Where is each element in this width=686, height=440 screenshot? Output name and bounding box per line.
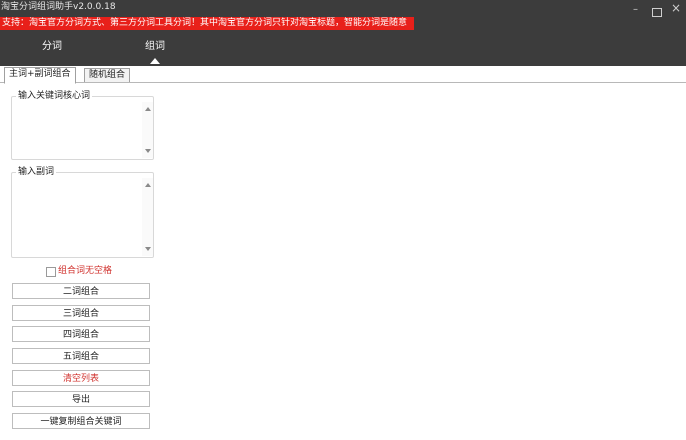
core-word-scrollbar[interactable] <box>142 102 153 158</box>
tab-divider <box>0 82 686 83</box>
no-space-label: 组合词无空格 <box>58 266 113 276</box>
maximize-icon[interactable] <box>652 8 662 17</box>
five-word-combo-button[interactable]: 五词组合 <box>12 348 150 364</box>
sub-word-input[interactable] <box>13 180 141 256</box>
copy-keywords-button[interactable]: 一键复制组合关键词 <box>12 413 150 429</box>
notice-banner: 支持：淘宝官方分词方式、第三方分词工具分词！其中淘宝官方分词只针对淘宝标题，智能… <box>0 17 414 30</box>
close-icon[interactable]: × <box>671 2 681 14</box>
two-word-combo-button[interactable]: 二词组合 <box>12 283 150 299</box>
scroll-down-icon[interactable] <box>145 247 151 251</box>
active-tab-caret-icon <box>150 58 160 64</box>
subtab-main-sub-combo[interactable]: 主词+副词组合 <box>4 67 76 84</box>
scroll-up-icon[interactable] <box>145 183 151 187</box>
no-space-checkbox[interactable] <box>46 267 56 277</box>
sub-word-group: 输入副词 <box>11 166 154 258</box>
tab-segment[interactable]: 分词 <box>42 41 62 53</box>
window-title: 淘宝分词组词助手v2.0.0.18 <box>1 2 116 12</box>
minimize-icon[interactable]: – <box>633 5 638 15</box>
clear-list-button[interactable]: 清空列表 <box>12 370 150 386</box>
subtab-bar: 主词+副词组合 随机组合 <box>0 66 686 84</box>
core-word-group: 输入关键词核心词 <box>11 90 154 160</box>
scroll-up-icon[interactable] <box>145 107 151 111</box>
tab-combine[interactable]: 组词 <box>145 41 165 53</box>
three-word-combo-button[interactable]: 三词组合 <box>12 305 150 321</box>
sub-word-scrollbar[interactable] <box>142 178 153 256</box>
export-button[interactable]: 导出 <box>12 391 150 407</box>
scroll-down-icon[interactable] <box>145 149 151 153</box>
core-word-input[interactable] <box>13 104 141 158</box>
four-word-combo-button[interactable]: 四词组合 <box>12 326 150 342</box>
core-word-legend: 输入关键词核心词 <box>16 90 93 102</box>
top-bar: 淘宝分词组词助手v2.0.0.18 – × 支持：淘宝官方分词方式、第三方分词工… <box>0 0 686 66</box>
sub-word-legend: 输入副词 <box>16 166 57 178</box>
subtab-random-combo[interactable]: 随机组合 <box>84 68 131 83</box>
